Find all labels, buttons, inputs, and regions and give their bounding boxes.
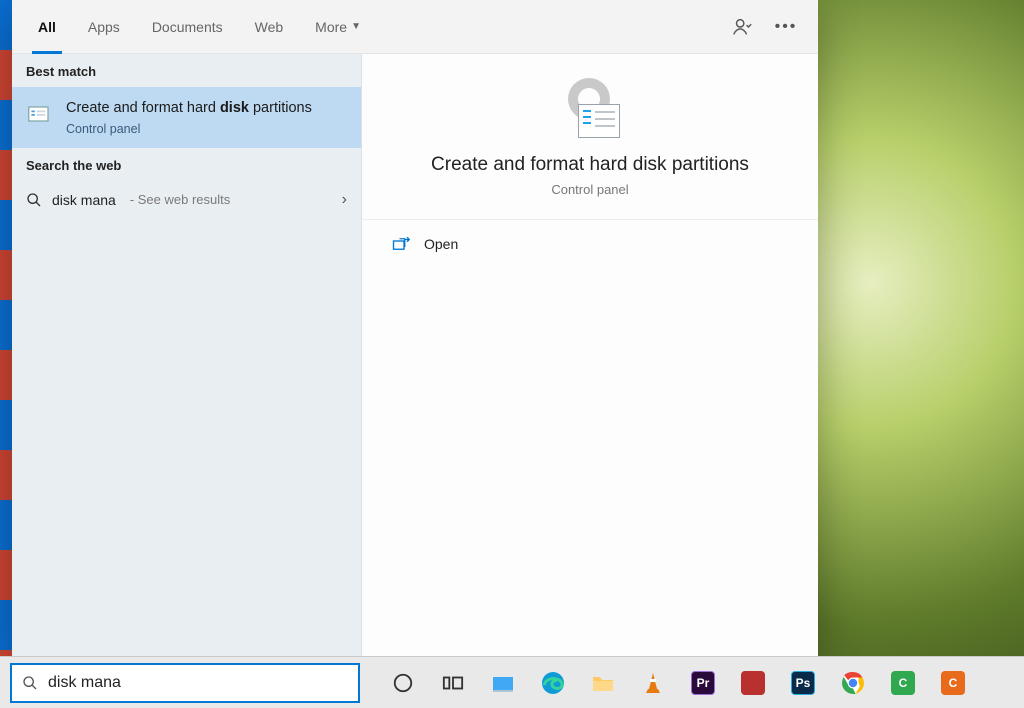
preview-title: Create and format hard disk partitions	[392, 154, 788, 176]
tab-label: Apps	[88, 19, 120, 35]
chrome-icon[interactable]	[838, 668, 868, 698]
taskbar-search-box[interactable]	[10, 663, 360, 703]
tab-apps[interactable]: Apps	[74, 0, 134, 54]
result-preview-column: Create and format hard disk partitions C…	[362, 54, 818, 656]
open-icon	[392, 236, 410, 252]
search-web-header: Search the web	[12, 148, 361, 181]
camtasia-orange-icon[interactable]: C	[938, 668, 968, 698]
best-match-result[interactable]: Create and format hard disk partitions C…	[12, 87, 361, 148]
tab-web[interactable]: Web	[241, 0, 298, 54]
tab-label: More	[315, 19, 347, 35]
search-input[interactable]	[48, 674, 348, 692]
start-search-panel: All Apps Documents Web More ▼ ••• Best m…	[12, 0, 818, 656]
web-search-result[interactable]: disk mana - See web results ›	[12, 181, 361, 219]
caret-down-icon: ▼	[351, 21, 361, 32]
account-icon[interactable]	[722, 7, 762, 47]
title-pre: Create and format hard	[66, 100, 220, 116]
search-panel-body: Best match Create and format hard disk p…	[12, 54, 818, 656]
premiere-pro-icon[interactable]: Pr	[688, 668, 718, 698]
search-icon	[26, 192, 42, 208]
taskbar-icons: Pr Ps C C	[388, 668, 968, 698]
search-results-column: Best match Create and format hard disk p…	[12, 54, 362, 656]
red-app-icon[interactable]	[738, 668, 768, 698]
ps-label: Ps	[796, 676, 811, 690]
left-edge-strip	[0, 0, 12, 656]
task-view-icon[interactable]	[438, 668, 468, 698]
tab-all[interactable]: All	[24, 0, 70, 54]
best-match-subtitle: Control panel	[66, 122, 312, 136]
pr-label: Pr	[697, 676, 710, 690]
preview-subtitle: Control panel	[392, 182, 788, 197]
title-bold: disk	[220, 100, 249, 116]
best-match-title: Create and format hard disk partitions	[66, 99, 312, 119]
tab-label: All	[38, 19, 56, 35]
more-options-button[interactable]: •••	[766, 7, 806, 47]
cortana-icon[interactable]	[388, 668, 418, 698]
camtasia-green-icon[interactable]: C	[888, 668, 918, 698]
tab-more[interactable]: More ▼	[301, 0, 375, 54]
open-action[interactable]: Open	[362, 220, 818, 268]
chevron-right-icon: ›	[342, 191, 347, 209]
c-label: C	[899, 676, 908, 690]
web-query-label: disk mana	[52, 192, 116, 208]
search-icon	[22, 675, 38, 691]
best-match-text: Create and format hard disk partitions C…	[66, 99, 312, 136]
tab-label: Documents	[152, 19, 223, 35]
c-label: C	[949, 676, 958, 690]
tab-documents[interactable]: Documents	[138, 0, 237, 54]
file-explorer-blue-icon[interactable]	[488, 668, 518, 698]
best-match-header: Best match	[12, 54, 361, 87]
tab-label: Web	[255, 19, 284, 35]
preview-header: Create and format hard disk partitions C…	[362, 54, 818, 220]
edge-browser-icon[interactable]	[538, 668, 568, 698]
disk-partition-icon	[26, 99, 56, 129]
search-tab-bar: All Apps Documents Web More ▼ •••	[12, 0, 818, 54]
vlc-icon[interactable]	[638, 668, 668, 698]
taskbar: Pr Ps C C	[0, 656, 1024, 708]
title-post: partitions	[249, 100, 312, 116]
file-explorer-icon[interactable]	[588, 668, 618, 698]
photoshop-icon[interactable]: Ps	[788, 668, 818, 698]
open-label: Open	[424, 236, 458, 252]
ellipsis-icon: •••	[775, 18, 798, 36]
disk-management-large-icon	[550, 78, 630, 148]
web-hint-label: - See web results	[130, 192, 230, 207]
